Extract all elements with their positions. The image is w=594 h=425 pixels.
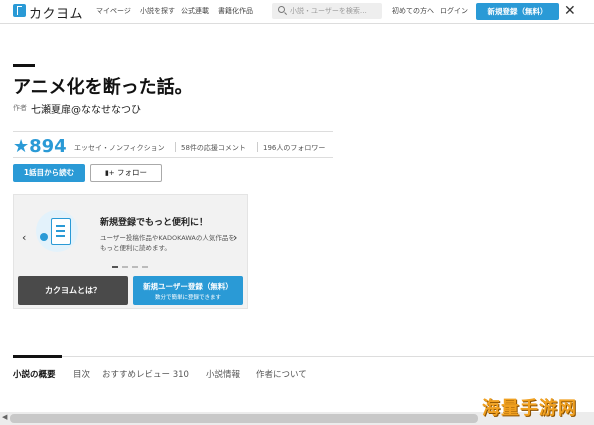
work-title: アニメ化を断った話。 <box>13 77 193 98</box>
search-input[interactable]: 小説・ユーザーを検索… <box>272 3 382 19</box>
register-sub-label: 数分で簡単に登録できます <box>154 295 221 301</box>
read-first-episode-button[interactable]: 1話目から読む <box>13 164 85 182</box>
logo-text[interactable]: カクヨム <box>29 3 83 22</box>
first-time-link[interactable]: 初めての方へ <box>392 6 434 16</box>
phone-icon <box>51 218 71 245</box>
divider-bottom <box>13 157 333 158</box>
promo-title: 新規登録でもっと便利に！ <box>100 218 209 228</box>
search-placeholder: 小説・ユーザーを検索… <box>290 7 367 15</box>
about-kakuyomu-button[interactable]: カクヨムとは？ <box>18 276 128 305</box>
carousel-dot[interactable] <box>122 266 128 268</box>
comments-count[interactable]: 58件の応援コメント <box>181 143 246 153</box>
author-name[interactable]: 七瀬夏扉@ななせなつひ <box>31 101 141 116</box>
nav-find-novels[interactable]: 小説を探す <box>140 6 175 16</box>
genre-link[interactable]: エッセイ・ノンフィクション <box>74 143 165 153</box>
nav-published-works[interactable]: 書籍化作品 <box>218 6 253 16</box>
watermark-logo: 海量手游网 <box>482 398 577 419</box>
followers-count[interactable]: 196人のフォロワー <box>263 143 325 153</box>
nav-official-serials[interactable]: 公式連載 <box>181 6 209 16</box>
star-rating: ★894 <box>13 136 67 157</box>
close-icon[interactable]: ✕ <box>564 3 576 19</box>
follow-label: フォロー <box>117 168 148 177</box>
chevron-left-icon[interactable]: ‹ <box>22 231 26 244</box>
register-button[interactable]: 新規登録（無料） <box>476 3 559 20</box>
separator <box>175 142 176 152</box>
scrollbar-thumb[interactable] <box>10 414 478 423</box>
carousel-dot-active[interactable] <box>112 266 118 268</box>
follow-button[interactable]: ▮+ フォロー <box>90 164 162 182</box>
tab-reviews[interactable]: おすすめレビュー 310 <box>102 368 189 380</box>
register-main-label: 新規ユーザー登録（無料） <box>143 282 233 291</box>
tab-about-author[interactable]: 作者について <box>256 368 307 380</box>
top-header: カクヨム マイページ 小説を探す 公式連載 書籍化作品 小説・ユーザーを検索… … <box>0 0 594 24</box>
kakuyomu-logo-icon[interactable] <box>13 4 26 17</box>
tab-overview[interactable]: 小説の概要 <box>13 368 56 380</box>
carousel-dot[interactable] <box>132 266 138 268</box>
scroll-left-icon[interactable]: ◀ <box>2 413 7 421</box>
active-tab-indicator <box>13 355 62 358</box>
carousel-dot[interactable] <box>142 266 148 268</box>
separator <box>257 142 258 152</box>
tab-contents[interactable]: 目次 <box>73 368 90 380</box>
tabs-divider <box>13 356 594 357</box>
nav-mypage[interactable]: マイページ <box>96 6 131 16</box>
bookmark-plus-icon: ▮+ <box>104 169 115 177</box>
search-icon <box>278 6 285 13</box>
person-icon <box>40 233 48 241</box>
carousel-dots <box>110 266 150 269</box>
new-user-register-button[interactable]: 新規ユーザー登録（無料） 数分で簡単に登録できます <box>133 276 243 305</box>
promo-description: ユーザー投稿作品やKADOKAWAの人気作品をもっと便利に読めます。 <box>100 234 235 252</box>
login-link[interactable]: ログイン <box>440 6 468 16</box>
title-rule <box>13 64 35 67</box>
divider-top <box>13 131 333 132</box>
author-label: 作者 <box>13 104 27 112</box>
tab-novel-info[interactable]: 小説情報 <box>206 368 240 380</box>
